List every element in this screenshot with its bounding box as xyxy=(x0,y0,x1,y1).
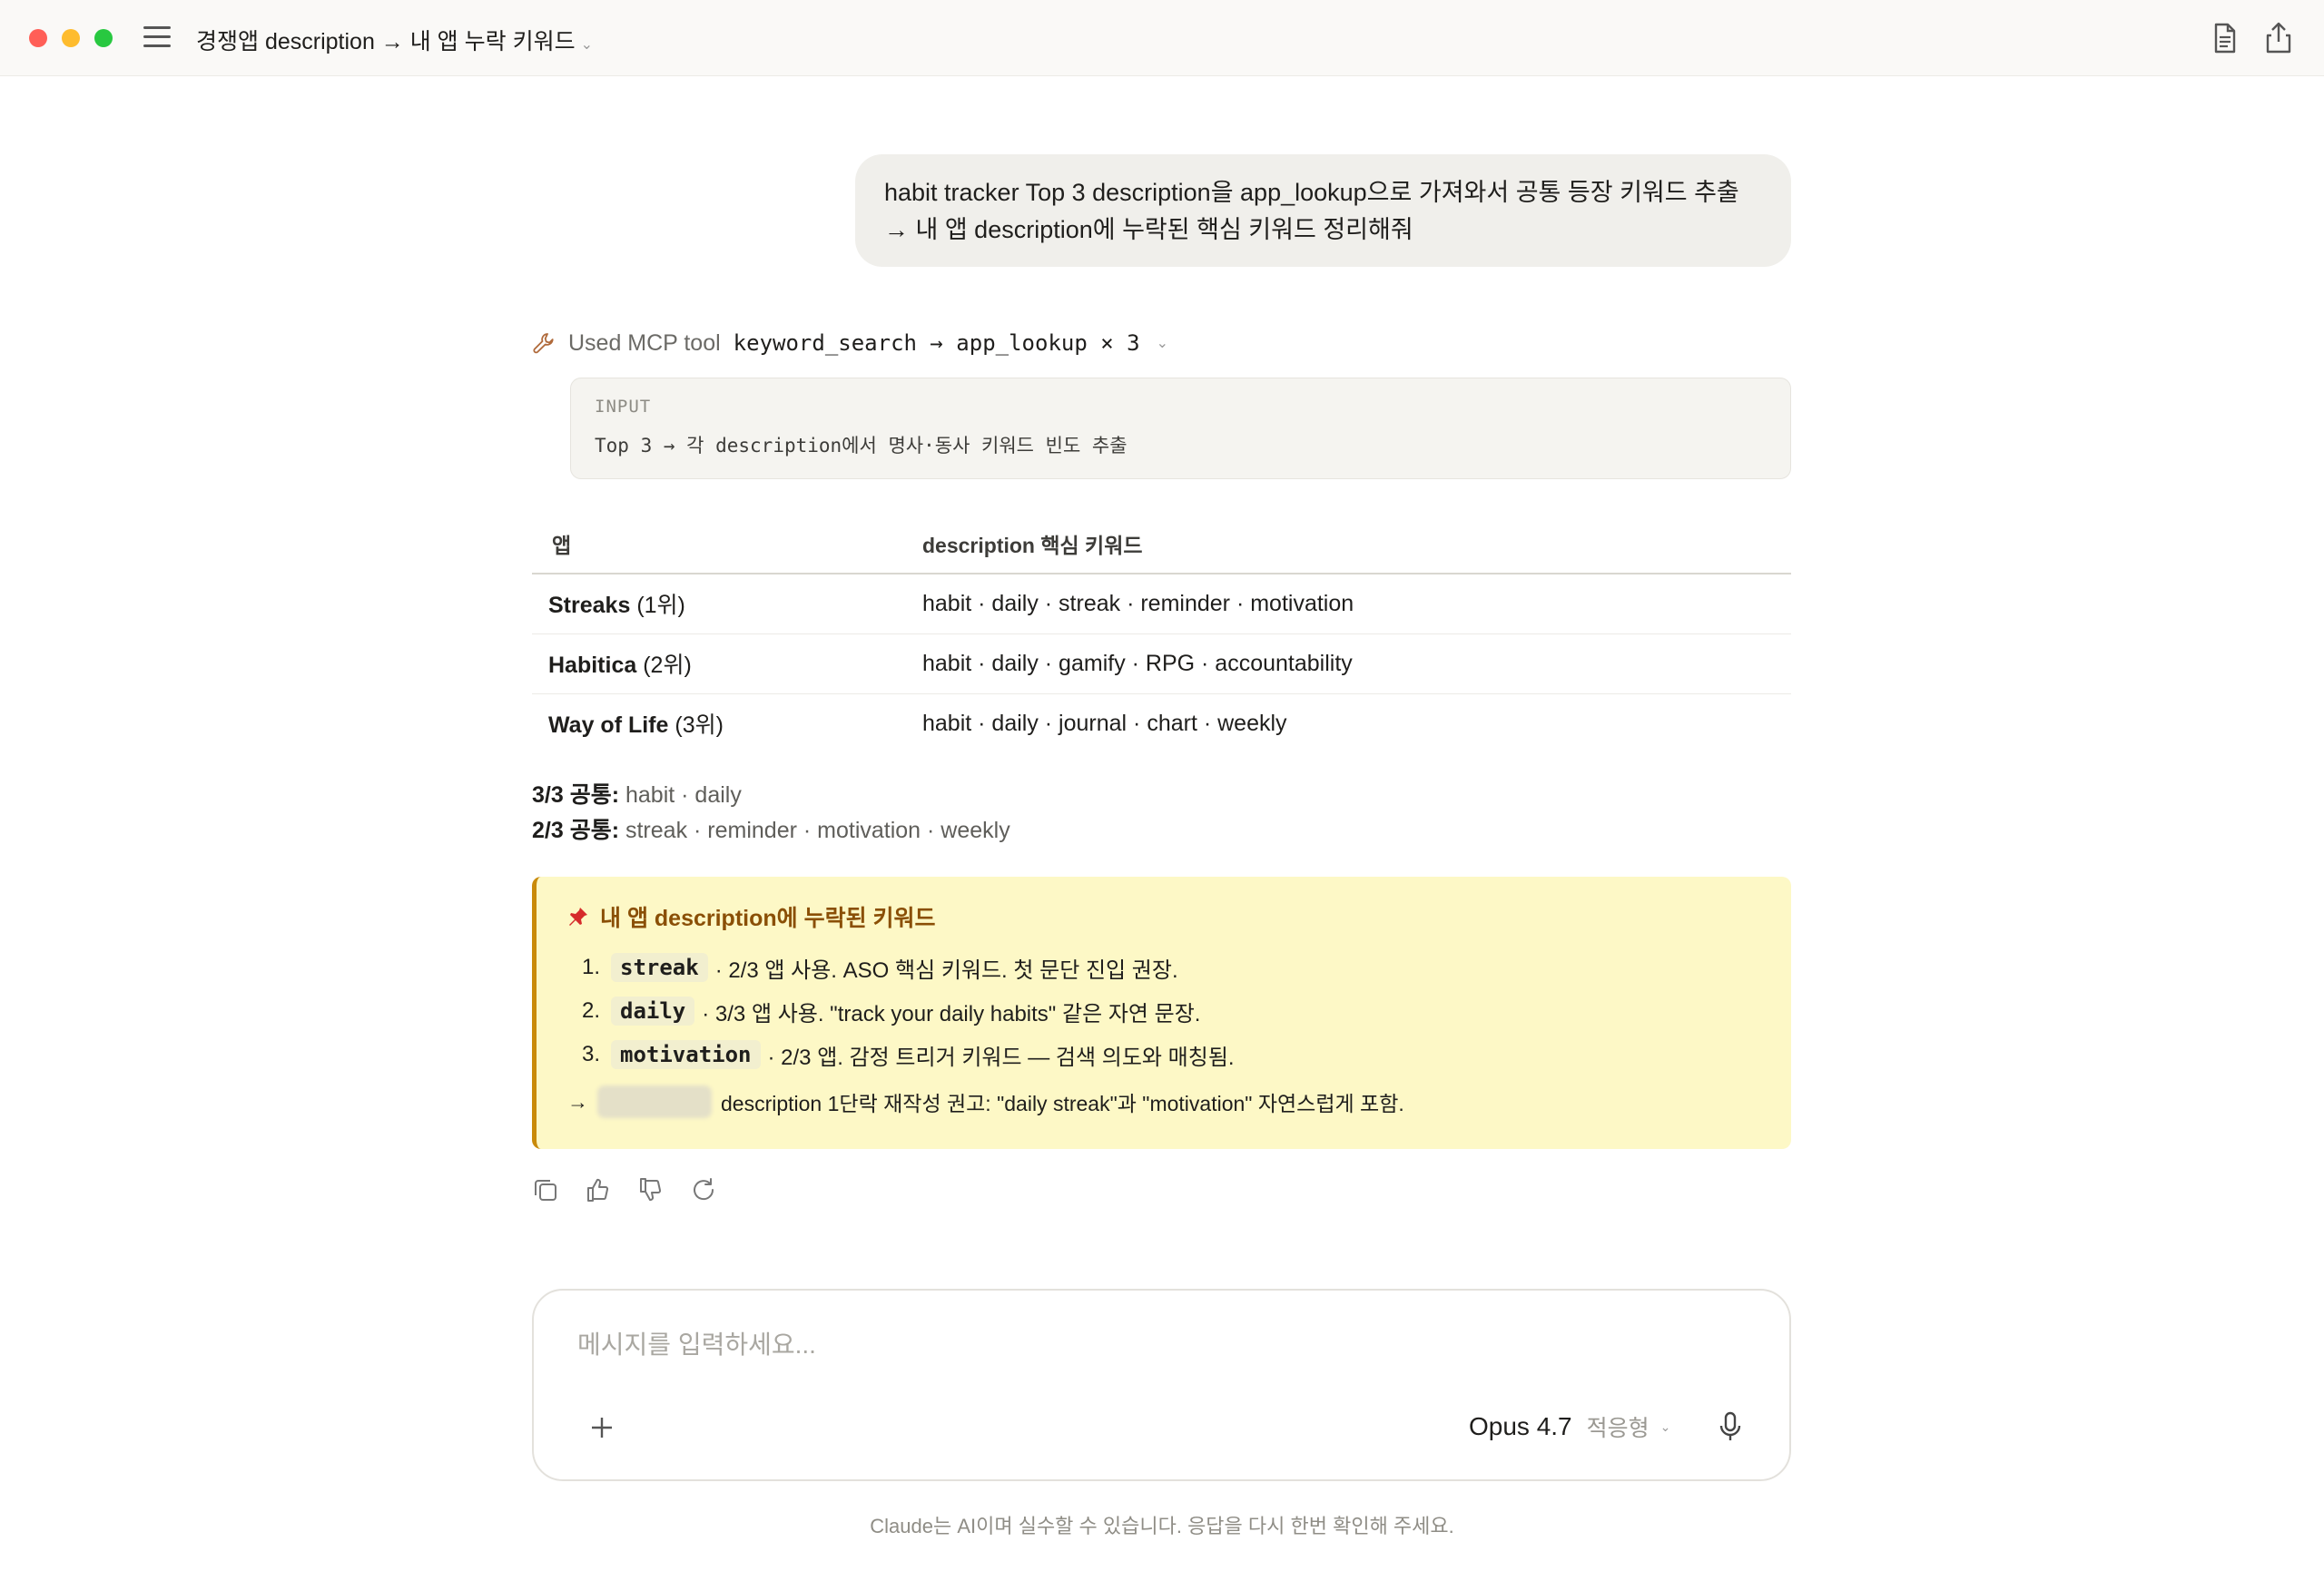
disclaimer-text: Claude는 AI이며 실수할 수 있습니다. 응답을 다시 한번 확인해 주… xyxy=(870,1515,1454,1537)
list-number: 1. xyxy=(582,955,601,979)
close-window-button[interactable] xyxy=(29,29,47,47)
common-2of3-line: 2/3 공통: streak · reminder · motivation ·… xyxy=(532,812,1010,845)
tool-use-names: keyword_search → app_lookup × 3 xyxy=(733,330,1140,356)
chevron-down-icon: ⌄ xyxy=(1156,336,1169,351)
app-rank: (1위) xyxy=(636,593,685,619)
table-row: Way of Life (3위) habit · daily · journal… xyxy=(532,693,1791,753)
chevron-down-icon: ⌄ xyxy=(1659,1419,1671,1434)
message-input[interactable] xyxy=(577,1325,1667,1365)
app-name: Way of Life xyxy=(548,712,669,739)
keyword-description: · 2/3 앱. 감정 트리거 키워드 — 검색 의도와 매칭됨. xyxy=(767,1045,1235,1070)
keyword-description: · 3/3 앱 사용. "track your daily habits" 같은… xyxy=(702,1001,1201,1026)
recommendation-text: description 1단락 재작성 권고: "daily streak"과 … xyxy=(721,1092,1404,1115)
missing-keywords-callout: 내 앱 description에 누락된 키워드 1. streak · 2/3… xyxy=(532,877,1791,1149)
user-message-line: habit tracker Top 3 description을 app_loo… xyxy=(884,179,1739,206)
app-rank: (3위) xyxy=(675,712,724,739)
message-composer: Opus 4.7 적응형 ⌄ xyxy=(532,1289,1791,1481)
table-header-row: 앱 description 핵심 키워드 xyxy=(532,514,1791,574)
keyword-code: daily xyxy=(611,997,695,1026)
conversation-title[interactable]: 경쟁앱 description → 내 앱 누락 키워드 ⌄ xyxy=(196,24,593,56)
copy-icon[interactable] xyxy=(532,1176,559,1203)
keyword-description: · 2/3 앱 사용. ASO 핵심 키워드. 첫 문단 진입 권장. xyxy=(714,957,1178,983)
user-message-line: → 내 앱 description에 누락된 핵심 키워드 정리해줘 xyxy=(884,216,1413,243)
title-bar: 경쟁앱 description → 내 앱 누락 키워드 ⌄ xyxy=(0,0,2324,76)
user-message-bubble: habit tracker Top 3 description을 app_loo… xyxy=(855,154,1791,267)
sidebar-menu-icon[interactable] xyxy=(143,26,171,50)
list-item: 1. streak · 2/3 앱 사용. ASO 핵심 키워드. 첫 문단 진… xyxy=(567,946,1760,989)
conversation-title-text: 경쟁앱 description → 내 앱 누락 키워드 xyxy=(196,29,576,54)
model-mode: 적응형 xyxy=(1586,1416,1649,1441)
tool-use-prefix: Used MCP tool xyxy=(568,329,721,356)
tool-input-box: INPUT Top 3 → 각 description에서 명사·동사 키워드 … xyxy=(570,378,1791,479)
callout-title: 내 앱 description에 누락된 키워드 xyxy=(567,900,1760,933)
tool-input-label: INPUT xyxy=(595,397,652,417)
message-actions xyxy=(532,1176,743,1203)
list-item: 2. daily · 3/3 앱 사용. "track your daily h… xyxy=(567,989,1760,1033)
table-cell-keywords: habit · daily · journal · chart · weekly xyxy=(922,710,1287,736)
pin-icon xyxy=(569,908,587,926)
chevron-down-icon: ⌄ xyxy=(580,37,593,53)
recommendation-line: → description 1단락 재작성 권고: "daily streak"… xyxy=(567,1085,1760,1118)
table-row: Habitica (2위) habit · daily · gamify · R… xyxy=(532,633,1791,694)
keyword-code: motivation xyxy=(611,1040,761,1069)
callout-title-text: 내 앱 description에 누락된 키워드 xyxy=(600,906,936,931)
plus-icon[interactable] xyxy=(588,1414,615,1441)
arrow-right-icon: → xyxy=(567,1089,588,1114)
retry-icon[interactable] xyxy=(690,1176,717,1203)
table-header-app: 앱 xyxy=(532,514,922,574)
table-cell-keywords: habit · daily · streak · reminder · moti… xyxy=(922,574,1791,634)
keyword-code: streak xyxy=(611,953,708,982)
missing-keyword-list: 1. streak · 2/3 앱 사용. ASO 핵심 키워드. 첫 문단 진… xyxy=(567,946,1760,1076)
model-selector[interactable]: Opus 4.7 적응형 ⌄ xyxy=(1469,1409,1670,1445)
maximize-window-button[interactable] xyxy=(94,29,113,47)
table-row: Streaks (1위) habit · daily · streak · re… xyxy=(532,574,1791,634)
common-2of3-value: streak · reminder · motivation · weekly xyxy=(625,818,1010,843)
wrench-icon xyxy=(533,333,554,354)
model-name: Opus 4.7 xyxy=(1469,1412,1572,1440)
thumbs-up-icon[interactable] xyxy=(585,1176,612,1203)
list-item: 3. motivation · 2/3 앱. 감정 트리거 키워드 — 검색 의… xyxy=(567,1033,1760,1076)
list-number: 2. xyxy=(582,998,601,1023)
table-cell-app: Way of Life (3위) xyxy=(532,693,922,753)
common-3of3-label: 3/3 공통: xyxy=(532,782,620,808)
minimize-window-button[interactable] xyxy=(62,29,80,47)
app-name: Habitica xyxy=(548,653,637,678)
app-rank: (2위) xyxy=(643,653,692,678)
table-header-keywords: description 핵심 키워드 xyxy=(922,514,1791,574)
tool-input-value: Top 3 → 각 description에서 명사·동사 키워드 빈도 추출 xyxy=(595,435,1128,457)
table-cell-app: Habitica (2위) xyxy=(532,633,922,694)
common-3of3-line: 3/3 공통: habit · daily xyxy=(532,777,742,810)
app-name: Streaks xyxy=(548,593,631,619)
document-icon[interactable] xyxy=(2206,20,2242,56)
microphone-icon[interactable] xyxy=(1716,1410,1745,1443)
redacted-tag xyxy=(597,1085,712,1118)
common-3of3-value: habit · daily xyxy=(625,782,742,808)
keyword-table: 앱 description 핵심 키워드 Streaks (1위) habit … xyxy=(532,514,1791,753)
table-cell-app: Streaks (1위) xyxy=(532,574,922,634)
table-cell-keywords: habit · daily · gamify · RPG · accountab… xyxy=(922,633,1791,694)
common-2of3-label: 2/3 공통: xyxy=(532,818,620,843)
list-number: 3. xyxy=(582,1042,601,1066)
thumbs-down-icon[interactable] xyxy=(637,1176,665,1203)
tool-use-toggle[interactable]: Used MCP tool keyword_search → app_looku… xyxy=(532,325,1168,361)
share-icon[interactable] xyxy=(2260,20,2297,56)
